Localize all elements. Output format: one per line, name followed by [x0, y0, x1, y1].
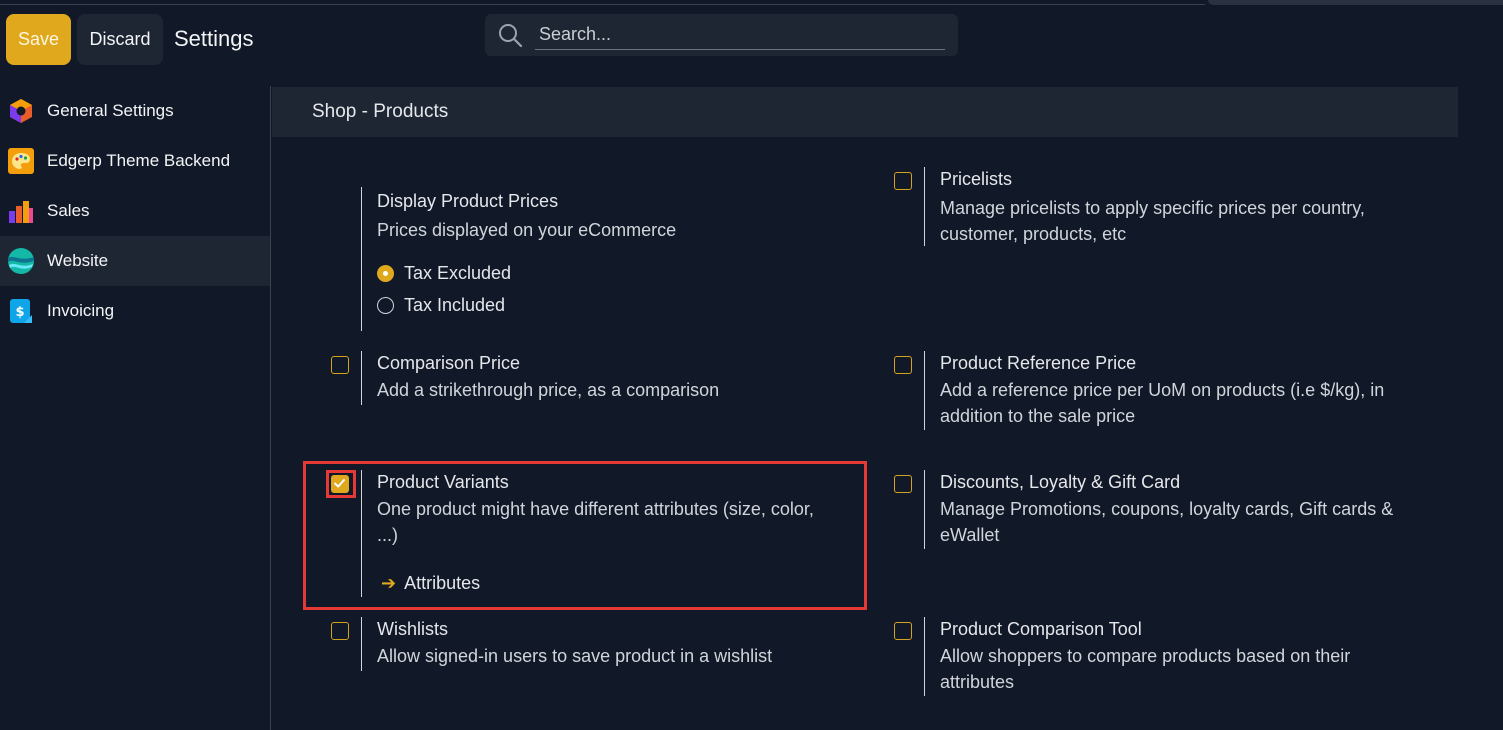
description-line: Manage Promotions, coupons, loyalty card…	[940, 499, 1394, 519]
description-line: eWallet	[940, 525, 1000, 545]
divider	[361, 187, 362, 331]
setting-title: Pricelists	[940, 169, 1013, 189]
search-input[interactable]	[535, 20, 945, 50]
divider	[924, 470, 925, 549]
website-icon	[8, 248, 34, 274]
sidebar-item-label: Website	[47, 251, 109, 270]
comparison-price-checkbox[interactable]	[331, 356, 349, 374]
setting-description: Add a strikethrough price, as a comparis…	[377, 380, 720, 400]
discard-button[interactable]: Discard	[77, 14, 163, 65]
setting-title: Display Product Prices	[377, 191, 559, 211]
setting-title: Product Reference Price	[940, 353, 1137, 373]
setting-wishlists: Wishlists Allow signed-in users to save …	[361, 617, 841, 671]
setting-product-variants: Product Variants One product might have …	[361, 470, 851, 597]
section-header: Shop - Products	[272, 87, 1458, 137]
setting-product-reference-price: Product Reference Price Add a reference …	[924, 351, 1444, 430]
radio-tax-included[interactable]: Tax Included	[377, 295, 505, 316]
description-line: Add a reference price per UoM on product…	[940, 380, 1385, 400]
sidebar-item-label: Invoicing	[47, 301, 115, 320]
top-border	[0, 0, 1205, 5]
setting-description: Manage Promotions, coupons, loyalty card…	[940, 496, 1393, 548]
setting-title: Wishlists	[377, 619, 448, 639]
divider	[361, 617, 362, 671]
discounts-checkbox[interactable]	[894, 475, 912, 493]
save-button[interactable]: Save	[6, 14, 71, 65]
sales-chart-icon	[9, 201, 33, 223]
invoicing-icon: $	[10, 299, 32, 323]
search-bar	[485, 14, 958, 56]
sidebar-item-website[interactable]: Website	[0, 236, 270, 286]
radio-tax-excluded[interactable]: Tax Excluded	[377, 263, 511, 284]
wishlists-checkbox[interactable]	[331, 622, 349, 640]
setting-description: Allow signed-in users to save product in…	[377, 646, 773, 666]
description-line: addition to the sale price	[940, 406, 1136, 426]
setting-description: Allow shoppers to compare products based…	[940, 643, 1350, 695]
radio-label: Tax Included	[404, 295, 506, 315]
setting-pricelists: Pricelists Manage pricelists to apply sp…	[924, 167, 1444, 246]
radio-button[interactable]	[377, 297, 394, 314]
sidebar-item-label: Edgerp Theme Backend	[47, 151, 231, 170]
top-right-tab	[1208, 0, 1503, 5]
radio-button-selected[interactable]	[377, 265, 394, 282]
divider	[361, 351, 362, 405]
sidebar-item-general-settings[interactable]: General Settings	[0, 86, 270, 136]
setting-product-comparison-tool: Product Comparison Tool Allow shoppers t…	[924, 617, 1444, 696]
comparison-tool-checkbox[interactable]	[894, 622, 912, 640]
description-line: One product might have different attribu…	[377, 499, 814, 519]
setting-discounts-loyalty-gift-card: Discounts, Loyalty & Gift Card Manage Pr…	[924, 470, 1444, 549]
description-line: customer, products, etc	[940, 224, 1127, 244]
divider	[924, 351, 925, 430]
svg-text:$: $	[15, 305, 24, 320]
setting-title: Comparison Price	[377, 353, 521, 373]
reference-price-checkbox[interactable]	[894, 356, 912, 374]
search-icon[interactable]	[497, 22, 523, 48]
palette-icon	[8, 148, 34, 174]
setting-title: Product Comparison Tool	[940, 619, 1142, 639]
setting-comparison-price: Comparison Price Add a strikethrough pri…	[361, 351, 841, 405]
sidebar-item-edgerp-theme-backend[interactable]: Edgerp Theme Backend	[0, 136, 270, 186]
divider	[361, 470, 362, 597]
product-variants-checkbox[interactable]	[331, 475, 349, 493]
attributes-link-label: Attributes	[404, 573, 481, 593]
sidebar-item-sales[interactable]: Sales	[0, 186, 270, 236]
attributes-link[interactable]: ➔ Attributes	[381, 573, 480, 594]
setting-display-product-prices: Display Product Prices Prices displayed …	[361, 187, 841, 331]
general-settings-icon	[10, 99, 32, 123]
sidebar-item-label: General Settings	[47, 101, 174, 120]
setting-description: Add a reference price per UoM on product…	[940, 377, 1384, 429]
description-line: ...)	[377, 525, 398, 545]
setting-description: Manage pricelists to apply specific pric…	[940, 195, 1365, 247]
divider	[924, 617, 925, 696]
setting-title: Product Variants	[377, 472, 509, 492]
setting-title: Discounts, Loyalty & Gift Card	[940, 472, 1181, 492]
sidebar-item-invoicing[interactable]: $ Invoicing	[0, 286, 270, 336]
page-title: Settings	[174, 26, 254, 51]
description-line: attributes	[940, 672, 1015, 692]
section-title: Shop - Products	[312, 101, 449, 122]
divider	[924, 167, 925, 246]
setting-description: Prices displayed on your eCommerce	[377, 220, 677, 240]
description-line: Manage pricelists to apply specific pric…	[940, 198, 1365, 218]
description-line: Allow shoppers to compare products based…	[940, 646, 1351, 666]
arrow-right-icon: ➔	[381, 573, 397, 593]
settings-sidebar: General Settings Edgerp Theme Backend Sa…	[0, 86, 271, 730]
setting-description: One product might have different attribu…	[377, 496, 814, 548]
checkmark-icon	[334, 479, 345, 488]
pricelists-checkbox[interactable]	[894, 172, 912, 190]
radio-label: Tax Excluded	[404, 263, 512, 283]
sidebar-item-label: Sales	[47, 201, 90, 220]
